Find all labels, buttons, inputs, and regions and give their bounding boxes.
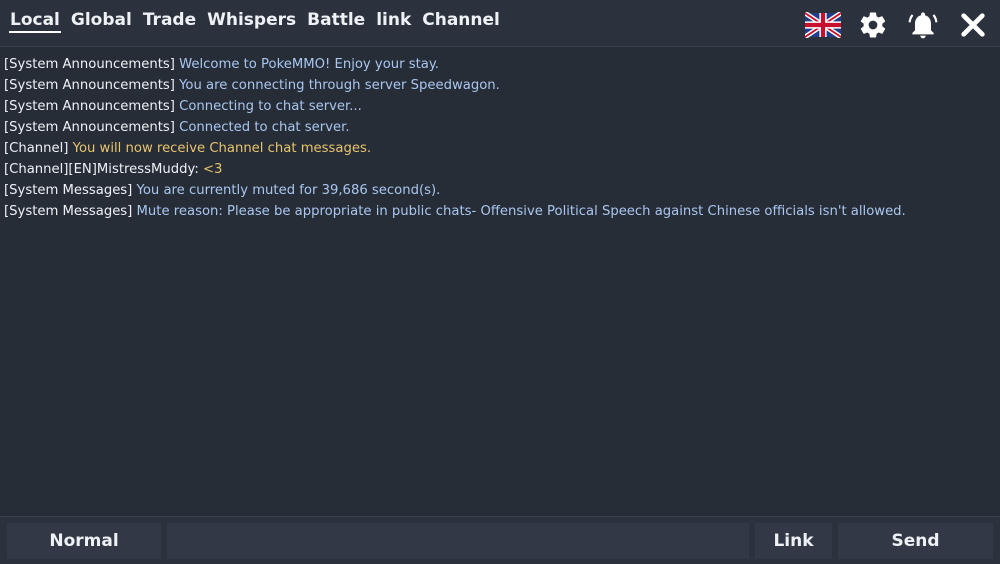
chat-input-bar: Normal Link Send — [0, 516, 1000, 564]
send-button[interactable]: Send — [838, 523, 993, 559]
uk-flag-icon[interactable] — [804, 6, 842, 44]
toolbar-icons — [792, 6, 992, 44]
chat-message: [System Announcements] Connecting to cha… — [0, 96, 1000, 117]
message-tag: [Channel] — [4, 141, 69, 156]
tab-trade[interactable]: Trade — [139, 0, 200, 40]
tab-channel[interactable]: Channel — [418, 0, 504, 40]
chat-message: [System Messages] Mute reason: Please be… — [0, 201, 1000, 222]
message-text: Mute reason: Please be appropriate in pu… — [136, 204, 906, 219]
message-text: Connecting to chat server... — [179, 99, 362, 114]
chat-message: [System Messages] You are currently mute… — [0, 180, 1000, 201]
message-tag: [System Messages] — [4, 204, 133, 219]
close-icon[interactable] — [954, 6, 992, 44]
link-button[interactable]: Link — [755, 523, 832, 559]
message-text: You will now receive Channel chat messag… — [72, 141, 372, 156]
chat-message: [System Announcements] Welcome to PokeMM… — [0, 54, 1000, 75]
chat-message: [System Announcements] You are connectin… — [0, 75, 1000, 96]
chat-tabs: Local Global Trade Whispers Battle link … — [6, 0, 507, 46]
message-sender[interactable]: MistressMuddy: — [97, 162, 199, 177]
chat-input[interactable] — [167, 523, 749, 559]
chat-message: [Channel] You will now receive Channel c… — [0, 138, 1000, 159]
tab-global[interactable]: Global — [67, 0, 136, 40]
tab-whispers[interactable]: Whispers — [203, 0, 300, 40]
chat-mode-button[interactable]: Normal — [7, 523, 161, 559]
message-tag: [System Announcements] — [4, 57, 175, 72]
message-text: <3 — [202, 162, 223, 177]
message-text: Welcome to PokeMMO! Enjoy your stay. — [179, 57, 439, 72]
message-text: Connected to chat server. — [179, 120, 350, 135]
chat-log: [System Announcements] Welcome to PokeMM… — [0, 54, 1000, 512]
message-tag: [System Announcements] — [4, 120, 175, 135]
chat-message: [Channel][EN]MistressMuddy: <3 — [0, 159, 1000, 180]
message-tag: [System Announcements] — [4, 99, 175, 114]
message-text: You are currently muted for 39,686 secon… — [136, 183, 441, 198]
tab-battle[interactable]: Battle — [303, 0, 369, 40]
bell-icon[interactable] — [904, 6, 942, 44]
gear-icon[interactable] — [854, 6, 892, 44]
message-tag: [System Announcements] — [4, 78, 175, 93]
chat-tab-bar: Local Global Trade Whispers Battle link … — [0, 0, 1000, 47]
tab-link[interactable]: link — [372, 0, 415, 40]
chat-message: [System Announcements] Connected to chat… — [0, 117, 1000, 138]
message-text: You are connecting through server Speedw… — [179, 78, 500, 93]
tab-local[interactable]: Local — [6, 0, 64, 40]
message-tag: [Channel][EN] — [4, 162, 97, 177]
message-tag: [System Messages] — [4, 183, 133, 198]
